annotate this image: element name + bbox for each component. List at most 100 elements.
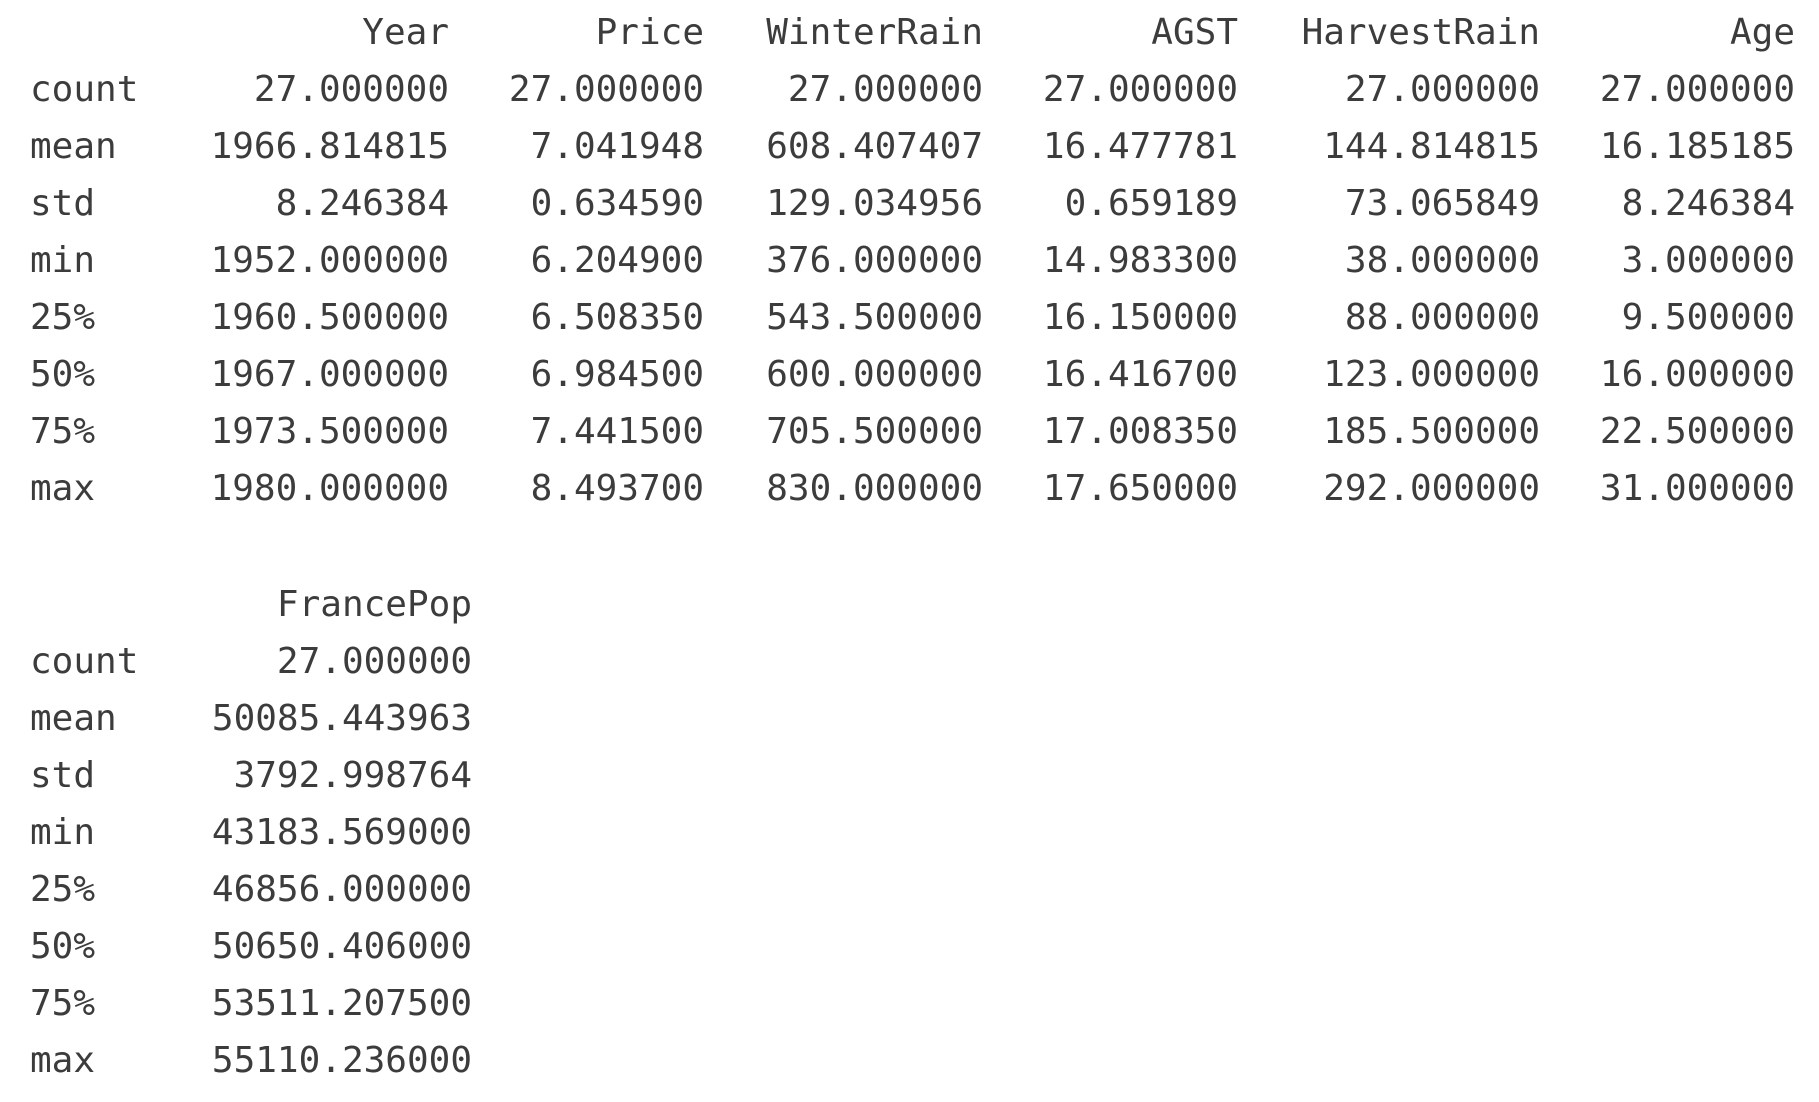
stat-cell: 16.000000: [1599, 354, 1795, 395]
row-label: 25%: [30, 297, 96, 338]
table-row: count 27.000000 27.000000 27.000000 27.00000…: [30, 61, 1795, 118]
stat-cell: 1960.500000: [210, 297, 449, 338]
table-row: std 3792.998764: [30, 747, 472, 804]
table-row: mean 1966.814815 7.041948 608.407407 16.4777…: [30, 118, 1795, 175]
describe-table-main: Year Price WinterRain AGST HarvestRain A…: [30, 4, 1795, 517]
column-header: AGST: [1151, 12, 1238, 53]
header-row: FrancePop: [30, 576, 472, 633]
stat-cell: 27.000000: [787, 69, 983, 110]
stat-cell: 1980.000000: [210, 468, 449, 509]
stat-cell: 705.500000: [766, 411, 983, 452]
stat-cell: 123.000000: [1323, 354, 1540, 395]
stat-cell: 543.500000: [766, 297, 983, 338]
row-label: min: [30, 240, 96, 281]
stat-cell: 830.000000: [766, 468, 983, 509]
stat-cell: 6.204900: [530, 240, 704, 281]
stat-cell: 27.000000: [1042, 69, 1238, 110]
stat-cell: 0.634590: [530, 183, 704, 224]
row-label: std: [30, 755, 96, 796]
stat-cell: 14.983300: [1042, 240, 1238, 281]
stat-cell: 0.659189: [1064, 183, 1238, 224]
stat-cell: 9.500000: [1621, 297, 1795, 338]
stat-cell: 27.000000: [253, 69, 449, 110]
stat-cell: 27.000000: [508, 69, 704, 110]
stat-cell: 88.000000: [1344, 297, 1540, 338]
describe-table-francepop: FrancePop count 27.000000 mean 50085.443963…: [30, 576, 472, 1089]
table-row: 50% 50650.406000: [30, 918, 472, 975]
stat-cell: 53511.207500: [211, 983, 472, 1024]
corner-cell: [30, 576, 193, 633]
table-row: 25% 46856.000000: [30, 861, 472, 918]
stat-cell: 129.034956: [766, 183, 983, 224]
stat-cell: 27.000000: [1344, 69, 1540, 110]
stat-cell: 27.000000: [1599, 69, 1795, 110]
stat-cell: 55110.236000: [211, 1040, 472, 1081]
table-row: min 43183.569000: [30, 804, 472, 861]
stat-cell: 600.000000: [766, 354, 983, 395]
stat-cell: 6.508350: [530, 297, 704, 338]
stat-cell: 6.984500: [530, 354, 704, 395]
stat-cell: 292.000000: [1323, 468, 1540, 509]
table-row: 75% 1973.500000 7.441500 705.500000 17.00835…: [30, 403, 1795, 460]
table-row: mean 50085.443963: [30, 690, 472, 747]
column-header: Year: [362, 12, 449, 53]
row-label: 75%: [30, 983, 96, 1024]
stat-cell: 46856.000000: [211, 869, 472, 910]
table-row: std 8.246384 0.634590 129.034956 0.659189 73.…: [30, 175, 1795, 232]
stat-cell: 16.477781: [1042, 126, 1238, 167]
column-header: Age: [1729, 12, 1795, 53]
stat-cell: 8.246384: [275, 183, 449, 224]
stat-cell: 7.041948: [530, 126, 704, 167]
describe-output: Year Price WinterRain AGST HarvestRain A…: [0, 0, 1819, 1102]
stat-cell: 16.150000: [1042, 297, 1238, 338]
stat-cell: 22.500000: [1599, 411, 1795, 452]
column-header: HarvestRain: [1301, 12, 1540, 53]
row-label: count: [30, 641, 139, 682]
stat-cell: 1952.000000: [210, 240, 449, 281]
stat-cell: 16.416700: [1042, 354, 1238, 395]
stat-cell: 27.000000: [276, 641, 472, 682]
stat-cell: 8.246384: [1621, 183, 1795, 224]
stat-cell: 144.814815: [1323, 126, 1540, 167]
table-row: 50% 1967.000000 6.984500 600.000000 16.41670…: [30, 346, 1795, 403]
stat-cell: 8.493700: [530, 468, 704, 509]
stat-cell: 17.650000: [1042, 468, 1238, 509]
row-label: mean: [30, 698, 117, 739]
stat-cell: 3.000000: [1621, 240, 1795, 281]
stat-cell: 50085.443963: [211, 698, 472, 739]
header-row: Year Price WinterRain AGST HarvestRain A…: [30, 4, 1795, 61]
table-row: 75% 53511.207500: [30, 975, 472, 1032]
stat-cell: 1967.000000: [210, 354, 449, 395]
stat-cell: 3792.998764: [233, 755, 472, 796]
row-label: 50%: [30, 354, 96, 395]
row-label: 50%: [30, 926, 96, 967]
column-header: WinterRain: [766, 12, 983, 53]
table-row: min 1952.000000 6.204900 376.000000 14.98330…: [30, 232, 1795, 289]
stat-cell: 1966.814815: [210, 126, 449, 167]
stat-cell: 185.500000: [1323, 411, 1540, 452]
stat-cell: 16.185185: [1599, 126, 1795, 167]
row-label: mean: [30, 126, 117, 167]
stat-cell: 43183.569000: [211, 812, 472, 853]
row-label: 25%: [30, 869, 96, 910]
table-row: max 55110.236000: [30, 1032, 472, 1089]
corner-cell: [30, 4, 193, 61]
stat-cell: 50650.406000: [211, 926, 472, 967]
row-label: count: [30, 69, 139, 110]
stat-cell: 38.000000: [1344, 240, 1540, 281]
stat-cell: 7.441500: [530, 411, 704, 452]
row-label: std: [30, 183, 96, 224]
stat-cell: 1973.500000: [210, 411, 449, 452]
stat-cell: 376.000000: [766, 240, 983, 281]
stat-cell: 31.000000: [1599, 468, 1795, 509]
row-label: max: [30, 1040, 96, 1081]
table-row: 25% 1960.500000 6.508350 543.500000 16.15000…: [30, 289, 1795, 346]
table-row: count 27.000000: [30, 633, 472, 690]
row-label: max: [30, 468, 96, 509]
column-header: Price: [595, 12, 704, 53]
stat-cell: 608.407407: [766, 126, 983, 167]
stat-cell: 73.065849: [1344, 183, 1540, 224]
table-row: max 1980.000000 8.493700 830.000000 17.65000…: [30, 460, 1795, 517]
column-header: FrancePop: [276, 584, 472, 625]
stat-cell: 17.008350: [1042, 411, 1238, 452]
